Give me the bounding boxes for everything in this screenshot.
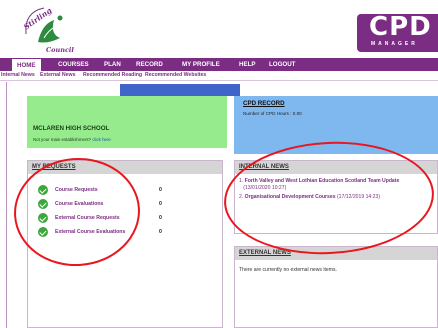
nav-plan[interactable]: PLAN <box>99 58 126 71</box>
change-establishment-link[interactable]: click here <box>92 137 111 142</box>
school-panel: MCLAREN HIGH SCHOOL Not your main establ… <box>27 96 227 148</box>
sub-nav: Internal News External News Recommended … <box>0 71 438 81</box>
main-nav: HOME COURSES PLAN RECORD MY PROFILE HELP… <box>0 58 438 71</box>
subnav-internal-news[interactable]: Internal News <box>1 72 35 78</box>
subnav-recommended-reading[interactable]: Recommended Reading <box>83 72 142 78</box>
cpd-brand-subtitle: MANAGER <box>371 41 418 47</box>
request-count: 0 <box>159 228 162 235</box>
request-count: 0 <box>159 200 162 207</box>
cpd-hours: Number of CPD Hours : 0.00 <box>243 111 302 116</box>
school-note-text: Not your main establishment? <box>33 137 92 142</box>
nav-logout[interactable]: LOGOUT <box>264 58 300 71</box>
cpd-brand-text: CPD <box>369 12 432 42</box>
nav-my-profile[interactable]: MY PROFILE <box>177 58 225 71</box>
cpd-record-title[interactable]: CPD RECORD <box>243 100 285 107</box>
left-divider <box>6 82 7 328</box>
request-count: 0 <box>159 186 162 193</box>
nav-home[interactable]: HOME <box>12 58 41 71</box>
school-note: Not your main establishment? click here <box>33 137 111 142</box>
school-name: MCLAREN HIGH SCHOOL <box>33 125 110 132</box>
stirling-council-logo[interactable]: Stirling Council <box>20 4 80 56</box>
external-news-empty: There are currently no external news ite… <box>239 267 337 273</box>
nav-record[interactable]: RECORD <box>131 58 168 71</box>
svg-text:Council: Council <box>46 46 74 54</box>
nav-help[interactable]: HELP <box>234 58 261 71</box>
external-news-panel: EXTERNAL NEWS There are currently no ext… <box>234 246 438 328</box>
subnav-external-news[interactable]: External News <box>40 72 75 78</box>
request-count: 0 <box>159 214 162 221</box>
nav-courses[interactable]: COURSES <box>53 58 94 71</box>
header: Stirling Council CPD MANAGER <box>0 0 438 58</box>
top-blue-bar <box>120 84 240 96</box>
external-news-title[interactable]: EXTERNAL NEWS <box>239 250 291 256</box>
subnav-recommended-websites[interactable]: Recommended Websites <box>145 72 206 78</box>
